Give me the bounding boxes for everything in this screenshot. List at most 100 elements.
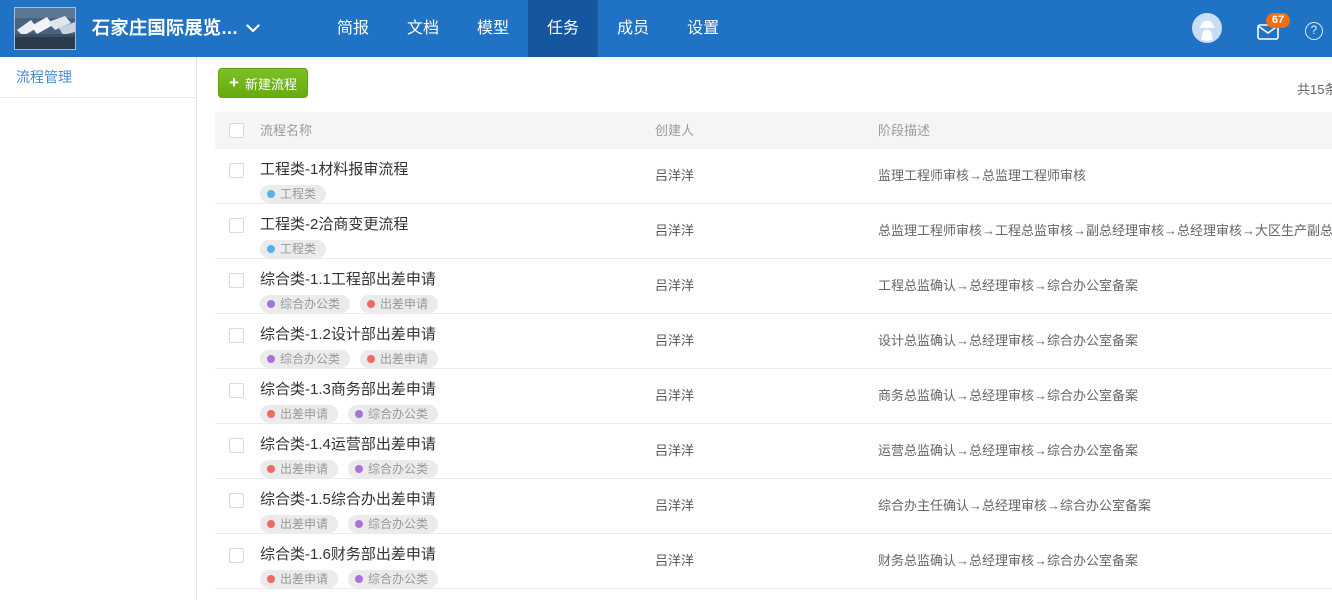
name-cell: 综合类-1.5综合办出差申请 出差申请 综合办公类 bbox=[215, 479, 655, 533]
nav-item-任务[interactable]: 任务 bbox=[528, 0, 598, 57]
creator-cell: 吕洋洋 bbox=[655, 534, 878, 588]
table-row[interactable]: 工程类-2洽商变更流程 工程类 吕洋洋 总监理工程师审核→工程总监审核→副总经理… bbox=[215, 204, 1332, 259]
tag-color-dot bbox=[267, 190, 275, 198]
tag-color-dot bbox=[355, 575, 363, 583]
tag-color-dot bbox=[267, 245, 275, 253]
main-content: + 新建流程 共15条 流程名称创建人阶段描述 工程类-1材料报审流程 工程类 … bbox=[197, 57, 1332, 600]
process-name[interactable]: 综合类-1.4运营部出差申请 bbox=[260, 424, 438, 454]
table-row[interactable]: 综合类-1.1工程部出差申请 综合办公类 出差申请 吕洋洋 工程总监确认→总经理审… bbox=[215, 259, 1332, 314]
tag-出差申请: 出差申请 bbox=[360, 295, 438, 313]
process-name[interactable]: 综合类-1.1工程部出差申请 bbox=[260, 259, 438, 289]
help-icon[interactable]: ? bbox=[1305, 22, 1323, 40]
creator-cell: 吕洋洋 bbox=[655, 259, 878, 313]
name-cell: 综合类-1.4运营部出差申请 出差申请 综合办公类 bbox=[215, 424, 655, 478]
nav-item-简报[interactable]: 简报 bbox=[318, 0, 388, 57]
name-cell: 综合类-1.6财务部出差申请 出差申请 综合办公类 bbox=[215, 534, 655, 588]
row-checkbox[interactable] bbox=[229, 383, 244, 398]
select-all-checkbox[interactable] bbox=[229, 123, 244, 138]
tag-color-dot bbox=[267, 575, 275, 583]
column-header: 阶段描述 bbox=[878, 112, 1332, 149]
user-avatar[interactable] bbox=[1192, 13, 1222, 43]
tag-label: 综合办公类 bbox=[280, 352, 340, 366]
process-table: 流程名称创建人阶段描述 工程类-1材料报审流程 工程类 吕洋洋 监理工程师审核→… bbox=[215, 112, 1332, 589]
tag-label: 综合办公类 bbox=[280, 297, 340, 311]
name-cell: 工程类-1材料报审流程 工程类 bbox=[215, 149, 655, 203]
name-cell: 综合类-1.3商务部出差申请 出差申请 综合办公类 bbox=[215, 369, 655, 423]
row-checkbox[interactable] bbox=[229, 328, 244, 343]
nav-item-模型[interactable]: 模型 bbox=[458, 0, 528, 57]
tag-label: 综合办公类 bbox=[368, 572, 428, 586]
chevron-down-icon[interactable] bbox=[246, 24, 260, 33]
stage-cell: 总监理工程师审核→工程总监审核→副总经理审核→总经理审核→大区生产副总... bbox=[878, 204, 1332, 258]
tag-label: 综合办公类 bbox=[368, 517, 428, 531]
creator-cell: 吕洋洋 bbox=[655, 149, 878, 203]
row-checkbox[interactable] bbox=[229, 493, 244, 508]
tag-出差申请: 出差申请 bbox=[260, 570, 338, 588]
project-title[interactable]: 石家庄国际展览... bbox=[92, 0, 238, 57]
process-name[interactable]: 综合类-1.5综合办出差申请 bbox=[260, 479, 438, 509]
process-name[interactable]: 工程类-1材料报审流程 bbox=[260, 149, 408, 179]
table-row[interactable]: 综合类-1.5综合办出差申请 出差申请 综合办公类 吕洋洋 综合办主任确认→总经理… bbox=[215, 479, 1332, 534]
tag-label: 出差申请 bbox=[280, 407, 328, 421]
tag-list: 综合办公类 出差申请 bbox=[260, 295, 438, 313]
table-row[interactable]: 工程类-1材料报审流程 工程类 吕洋洋 监理工程师审核→总监理工程师审核 bbox=[215, 149, 1332, 204]
row-checkbox[interactable] bbox=[229, 218, 244, 233]
creator-cell: 吕洋洋 bbox=[655, 369, 878, 423]
tag-综合办公类: 综合办公类 bbox=[348, 405, 438, 423]
table-row[interactable]: 综合类-1.4运营部出差申请 出差申请 综合办公类 吕洋洋 运营总监确认→总经理审… bbox=[215, 424, 1332, 479]
table-row[interactable]: 综合类-1.3商务部出差申请 出差申请 综合办公类 吕洋洋 商务总监确认→总经理审… bbox=[215, 369, 1332, 424]
total-count-label: 共15条 bbox=[1297, 79, 1332, 98]
new-process-button[interactable]: + 新建流程 bbox=[218, 68, 308, 98]
stage-cell: 设计总监确认→总经理审核→综合办公室备案 bbox=[878, 314, 1332, 368]
stage-cell: 商务总监确认→总经理审核→综合办公室备案 bbox=[878, 369, 1332, 423]
stage-cell: 运营总监确认→总经理审核→综合办公室备案 bbox=[878, 424, 1332, 478]
new-process-label: 新建流程 bbox=[245, 74, 297, 93]
table-header-row: 流程名称创建人阶段描述 bbox=[215, 112, 1332, 149]
column-header: 流程名称 bbox=[260, 112, 655, 149]
tag-工程类: 工程类 bbox=[260, 185, 326, 203]
process-name[interactable]: 综合类-1.3商务部出差申请 bbox=[260, 369, 438, 399]
tag-label: 综合办公类 bbox=[368, 462, 428, 476]
stage-cell: 监理工程师审核→总监理工程师审核 bbox=[878, 149, 1332, 203]
creator-cell: 吕洋洋 bbox=[655, 204, 878, 258]
name-cell: 综合类-1.1工程部出差申请 综合办公类 出差申请 bbox=[215, 259, 655, 313]
row-checkbox[interactable] bbox=[229, 548, 244, 563]
table-row[interactable]: 综合类-1.6财务部出差申请 出差申请综合办公类 吕洋洋 财务总监确认→总经理审… bbox=[215, 534, 1332, 589]
table-row[interactable]: 综合类-1.2设计部出差申请 综合办公类出差申请 吕洋洋 设计总监确认→总经理审… bbox=[215, 314, 1332, 369]
tag-出差申请: 出差申请 bbox=[260, 515, 338, 533]
tag-label: 工程类 bbox=[280, 242, 316, 256]
tag-color-dot bbox=[267, 300, 275, 308]
row-checkbox[interactable] bbox=[229, 163, 244, 178]
stage-cell: 综合办主任确认→总经理审核→综合办公室备案 bbox=[878, 479, 1332, 533]
nav-item-成员[interactable]: 成员 bbox=[598, 0, 668, 57]
tag-综合办公类: 综合办公类 bbox=[348, 515, 438, 533]
sidebar: 流程管理 bbox=[0, 57, 197, 600]
stage-cell: 工程总监确认→总经理审核→综合办公室备案 bbox=[878, 259, 1332, 313]
nav-item-文档[interactable]: 文档 bbox=[388, 0, 458, 57]
creator-cell: 吕洋洋 bbox=[655, 424, 878, 478]
tag-list: 综合办公类 出差申请 bbox=[260, 350, 438, 368]
notification-badge[interactable]: 67 bbox=[1266, 13, 1290, 28]
process-name[interactable]: 工程类-2洽商变更流程 bbox=[260, 204, 408, 234]
creator-cell: 吕洋洋 bbox=[655, 479, 878, 533]
tag-list: 出差申请 综合办公类 bbox=[260, 460, 438, 478]
tag-label: 出差申请 bbox=[380, 297, 428, 311]
main-nav: 简报文档模型任务成员设置 bbox=[318, 0, 738, 57]
sidebar-item-流程管理[interactable]: 流程管理 bbox=[0, 57, 196, 98]
tag-list: 工程类 bbox=[260, 185, 408, 203]
process-name[interactable]: 综合类-1.2设计部出差申请 bbox=[260, 314, 438, 344]
row-checkbox[interactable] bbox=[229, 438, 244, 453]
tag-label: 出差申请 bbox=[280, 572, 328, 586]
nav-item-设置[interactable]: 设置 bbox=[668, 0, 738, 57]
tag-list: 工程类 bbox=[260, 240, 408, 258]
tag-出差申请: 出差申请 bbox=[360, 350, 438, 368]
plus-icon: + bbox=[229, 74, 239, 91]
row-checkbox[interactable] bbox=[229, 273, 244, 288]
tag-工程类: 工程类 bbox=[260, 240, 326, 258]
tag-color-dot bbox=[367, 355, 375, 363]
tag-label: 出差申请 bbox=[280, 462, 328, 476]
tag-color-dot bbox=[267, 410, 275, 418]
process-name[interactable]: 综合类-1.6财务部出差申请 bbox=[260, 534, 438, 564]
tag-color-dot bbox=[355, 465, 363, 473]
worker-avatar-icon bbox=[1192, 13, 1222, 43]
